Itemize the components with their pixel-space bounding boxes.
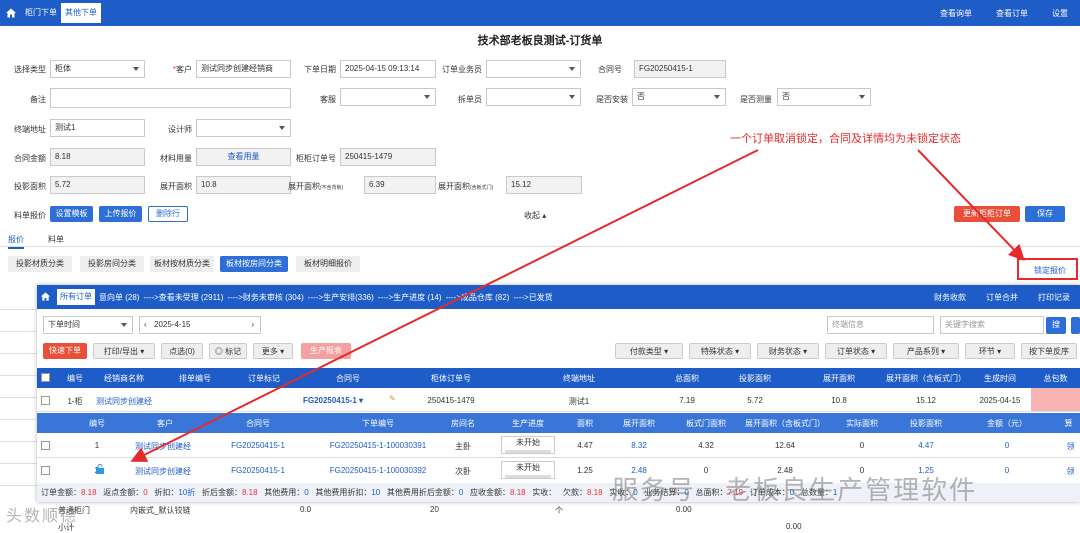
arrow-to-lock-icon <box>130 149 759 462</box>
watermark-text: 服务号 · 老板良生产管理软件 <box>612 475 978 505</box>
arrow-to-lock-button <box>917 149 1025 261</box>
watermark-text-small: 头数顺德 <box>6 508 79 525</box>
annotation-arrows <box>130 149 1025 462</box>
